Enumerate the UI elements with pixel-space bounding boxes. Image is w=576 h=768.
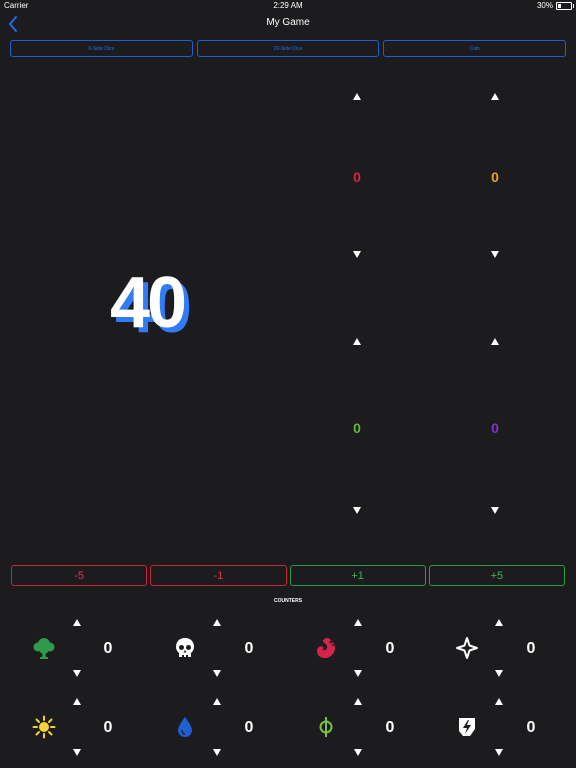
cmd-4-value: 0	[491, 420, 499, 436]
cmd-4-increase-arrow[interactable]	[491, 338, 499, 345]
energy-icon	[459, 718, 475, 736]
cmd-2-value: 0	[491, 169, 499, 185]
battery-icon	[556, 1, 574, 10]
tree-icon	[33, 638, 55, 659]
skull-icon	[176, 638, 194, 657]
cmd-3-decrease-arrow[interactable]	[353, 507, 361, 514]
counter-8-value: 0	[526, 719, 536, 736]
cmd-1-value: 0	[353, 169, 361, 185]
page-title: My Game	[266, 17, 310, 28]
cmd-4-decrease-arrow[interactable]	[491, 507, 499, 514]
counter-4-decrease-arrow[interactable]	[495, 670, 503, 677]
battery-status: 30%	[536, 1, 574, 10]
minus-5-button[interactable]: -5	[11, 565, 148, 586]
six-side-dice-button[interactable]: 6-Side Dice	[10, 40, 193, 57]
sparkle-icon	[456, 637, 478, 659]
fire-icon	[317, 638, 335, 658]
cmd-3-value: 0	[353, 420, 361, 436]
counters-heading: COUNTERS	[273, 598, 303, 604]
counter-7-increase-arrow[interactable]	[354, 698, 362, 705]
cmd-2-increase-arrow[interactable]	[491, 93, 499, 100]
battery-percent: 30%	[536, 1, 553, 10]
counter-2-value: 0	[244, 640, 254, 657]
plus-1-button[interactable]: +1	[289, 565, 426, 586]
counter-4-value: 0	[526, 640, 536, 657]
plus-5-button[interactable]: +5	[428, 565, 565, 586]
counter-3-value: 0	[385, 640, 395, 657]
counter-3-increase-arrow[interactable]	[354, 619, 362, 626]
counter-5-value: 0	[103, 719, 113, 736]
counter-7-decrease-arrow[interactable]	[354, 749, 362, 756]
life-adjust-row: -5 -1 +1 +5	[11, 565, 565, 586]
counter-2-decrease-arrow[interactable]	[213, 670, 221, 677]
minus-1-button[interactable]: -1	[150, 565, 287, 586]
life-total[interactable]: 40	[62, 262, 232, 344]
counter-2-increase-arrow[interactable]	[213, 619, 221, 626]
counter-8-increase-arrow[interactable]	[495, 698, 503, 705]
status-bar: Carrier 2:29 AM 30%	[0, 0, 576, 12]
cmd-2-decrease-arrow[interactable]	[491, 251, 499, 258]
cmd-1-increase-arrow[interactable]	[353, 93, 361, 100]
coin-button[interactable]: Coin	[383, 40, 567, 57]
water-drop-icon	[178, 717, 192, 737]
counter-7-value: 0	[385, 719, 395, 736]
clock: 2:29 AM	[273, 1, 303, 10]
phi-icon	[319, 717, 333, 737]
twenty-side-dice-button[interactable]: 20-Side Dice	[196, 40, 380, 57]
counter-1-value: 0	[103, 640, 113, 657]
counter-8-decrease-arrow[interactable]	[495, 749, 503, 756]
counter-5-decrease-arrow[interactable]	[73, 749, 81, 756]
counter-4-increase-arrow[interactable]	[495, 619, 503, 626]
cmd-3-increase-arrow[interactable]	[353, 338, 361, 345]
dice-button-row: 6-Side Dice 20-Side Dice Coin	[10, 40, 567, 57]
counter-6-decrease-arrow[interactable]	[213, 749, 221, 756]
counter-5-increase-arrow[interactable]	[73, 698, 81, 705]
counter-6-increase-arrow[interactable]	[213, 698, 221, 705]
counter-6-value: 0	[244, 719, 254, 736]
cmd-1-decrease-arrow[interactable]	[353, 251, 361, 258]
nav-bar: My Game	[0, 12, 576, 36]
counter-1-increase-arrow[interactable]	[73, 619, 81, 626]
counter-3-decrease-arrow[interactable]	[354, 670, 362, 677]
counter-1-decrease-arrow[interactable]	[73, 670, 81, 677]
sun-icon	[32, 715, 56, 739]
